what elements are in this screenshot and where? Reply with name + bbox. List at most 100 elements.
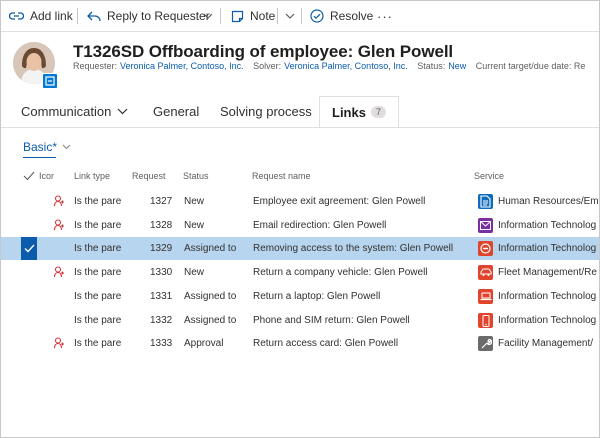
resolve-label: Resolve (330, 9, 374, 23)
cell-service: Facility Management/ (498, 338, 594, 349)
cell-link-type: Is the pare (74, 338, 122, 349)
request-type-badge (42, 73, 58, 89)
cell-status: Assigned to (184, 291, 237, 302)
status-link[interactable]: New (448, 61, 466, 71)
cell-request[interactable]: 1332 (150, 309, 172, 332)
cell-service: Information Technolog (498, 315, 597, 326)
column-header-status[interactable]: Status (183, 171, 209, 181)
cell-request-name[interactable]: Employee exit agreement: Glen Powell (253, 190, 463, 213)
tab-label: Solving process (220, 103, 312, 119)
solver-link[interactable]: Veronica Palmer, Contoso, Inc. (284, 61, 408, 71)
reply-dropdown-button[interactable] (203, 1, 213, 31)
solver-label: Solver: (253, 61, 282, 71)
phone-icon (478, 313, 493, 328)
cell-request[interactable]: 1328 (150, 214, 172, 237)
add-link-label: Add link (30, 9, 73, 23)
document-icon (478, 194, 493, 209)
reply-button[interactable]: Reply to Requester (87, 1, 210, 31)
cell-request[interactable]: 1331 (150, 285, 172, 308)
person-icon (54, 195, 64, 207)
cell-request[interactable]: 1329 (150, 237, 172, 260)
table-row[interactable]: Is the pare 1327 New Employee exit agreemen… (1, 190, 599, 213)
cell-request-name[interactable]: Return a laptop: Glen Powell (253, 285, 463, 308)
page-title: T1326SD Offboarding of employee: Glen Po… (73, 42, 454, 61)
table-row[interactable]: Is the pare 1330 New Return a company vehic… (1, 261, 599, 284)
requester-link[interactable]: Veronica Palmer, Contoso, Inc. (120, 61, 244, 71)
column-header-link-type[interactable]: Link type (74, 171, 110, 181)
reply-icon (87, 11, 101, 22)
cell-request[interactable]: 1327 (150, 190, 172, 213)
cell-request[interactable]: 1333 (150, 332, 172, 355)
resolve-button[interactable]: Resolve (310, 1, 373, 31)
table-row[interactable]: Is the pare 1329 Assigned to Removing acces… (1, 237, 599, 260)
cell-request-name[interactable]: Phone and SIM return: Glen Powell (253, 309, 463, 332)
tab-communication[interactable]: Communication (21, 97, 128, 125)
chevron-down-icon (285, 13, 295, 19)
column-header-request-name[interactable]: Request name (252, 171, 311, 181)
cell-status: New (184, 267, 205, 278)
wrench-icon (478, 336, 493, 351)
note-dropdown-button[interactable] (285, 1, 295, 31)
cell-link-type: Is the pare (74, 315, 122, 326)
requester-label: Requester: (73, 61, 118, 71)
cell-request-name[interactable]: Return a company vehicle: Glen Powell (253, 261, 463, 284)
cell-request-name[interactable]: Return access card: Glen Powell (253, 332, 463, 355)
request-meta: Requester: Veronica Palmer, Contoso, Inc.… (73, 61, 588, 71)
table-row[interactable]: Is the pare 1331 Assigned to Return a lapto… (1, 285, 599, 308)
table-row[interactable]: Is the pare 1333 Approval Return access car… (1, 332, 599, 355)
cell-service: Information Technolog (498, 243, 597, 254)
column-header-request[interactable]: Request (132, 171, 166, 181)
person-icon (54, 266, 64, 278)
cell-link-type: Is the pare (74, 220, 122, 231)
cell-request-name[interactable]: Email redirection: Glen Powell (253, 214, 463, 237)
select-all-check-icon[interactable] (23, 171, 35, 181)
toolbar-divider (220, 8, 221, 24)
toolbar-divider (77, 8, 78, 24)
cell-service: Information Technolog (498, 220, 597, 231)
cell-service: Human Resources/Em (498, 196, 599, 207)
cell-service: Fleet Management/Re (498, 267, 597, 278)
column-header-service[interactable]: Service (474, 171, 504, 181)
view-underline (23, 157, 56, 158)
cell-link-type: Is the pare (74, 196, 122, 207)
cell-status: New (184, 196, 205, 207)
tab-links[interactable]: Links 7 (319, 96, 399, 127)
badge-icon (45, 76, 55, 86)
link-icon (9, 12, 24, 20)
target-date-label: Current target/due date: Re (475, 61, 586, 71)
toolbar-divider (301, 8, 302, 24)
view-selector[interactable]: Basic* (23, 140, 71, 154)
count-badge: 7 (370, 106, 386, 118)
cell-status: Assigned to (184, 243, 237, 254)
cell-link-type: Is the pare (74, 291, 122, 302)
chevron-down-icon (203, 13, 213, 19)
cell-request-name[interactable]: Removing access to the system: Glen Powe… (253, 237, 463, 260)
add-link-button[interactable]: Add link (9, 1, 73, 31)
more-button[interactable]: ··· (377, 1, 393, 31)
check-icon (24, 244, 34, 253)
toolbar-divider (277, 8, 278, 24)
toolbar: Add link Reply to Requester Note Resolve… (1, 1, 599, 32)
column-header-icon[interactable]: Icor (39, 171, 54, 181)
cell-status: Assigned to (184, 315, 237, 326)
mail-icon (478, 218, 493, 233)
tab-general[interactable]: General (153, 97, 199, 125)
app-window: Add link Reply to Requester Note Resolve… (0, 0, 600, 438)
status-label: Status: (417, 61, 446, 71)
note-button[interactable]: Note (231, 1, 275, 31)
table-row[interactable]: Is the pare 1328 New Email redirection: Gle… (1, 214, 599, 237)
table-row[interactable]: Is the pare 1332 Assigned to Phone and SIM … (1, 309, 599, 332)
cell-request[interactable]: 1330 (150, 261, 172, 284)
cell-status: New (184, 220, 205, 231)
person-icon (54, 219, 64, 231)
cell-service: Information Technolog (498, 291, 597, 302)
person-icon (54, 337, 64, 349)
tab-divider (1, 127, 599, 128)
chevron-down-icon (117, 108, 128, 114)
tab-solving-process[interactable]: Solving process (220, 97, 312, 125)
check-circle-icon (310, 9, 324, 23)
car-icon (478, 265, 493, 280)
row-checkbox[interactable] (21, 237, 37, 260)
no-entry-icon (478, 241, 493, 256)
cell-status: Approval (184, 338, 224, 349)
